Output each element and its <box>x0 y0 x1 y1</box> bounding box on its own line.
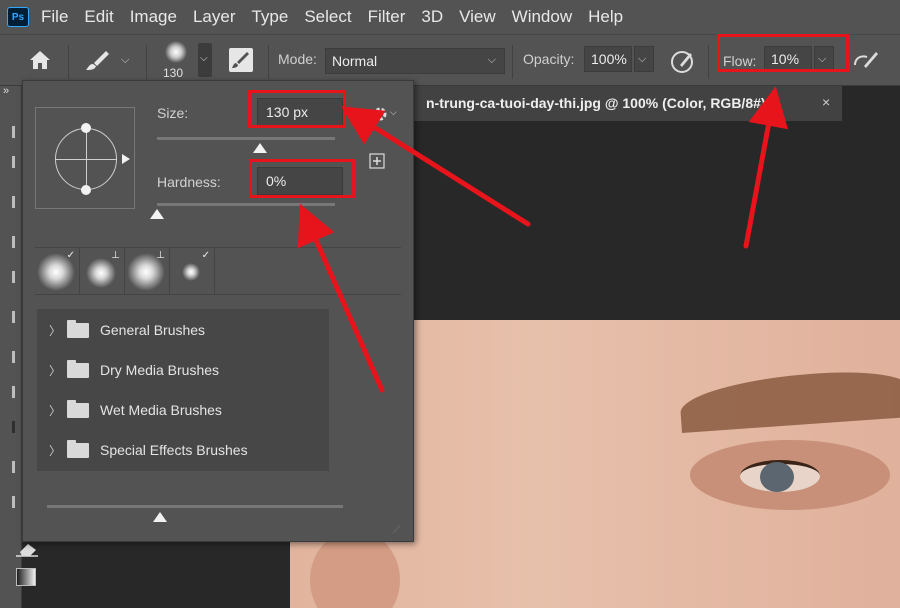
annotation-arrows <box>297 86 789 393</box>
flow-arrow <box>743 86 789 249</box>
hardness-arrow <box>297 203 385 393</box>
size-arrow <box>341 106 531 227</box>
